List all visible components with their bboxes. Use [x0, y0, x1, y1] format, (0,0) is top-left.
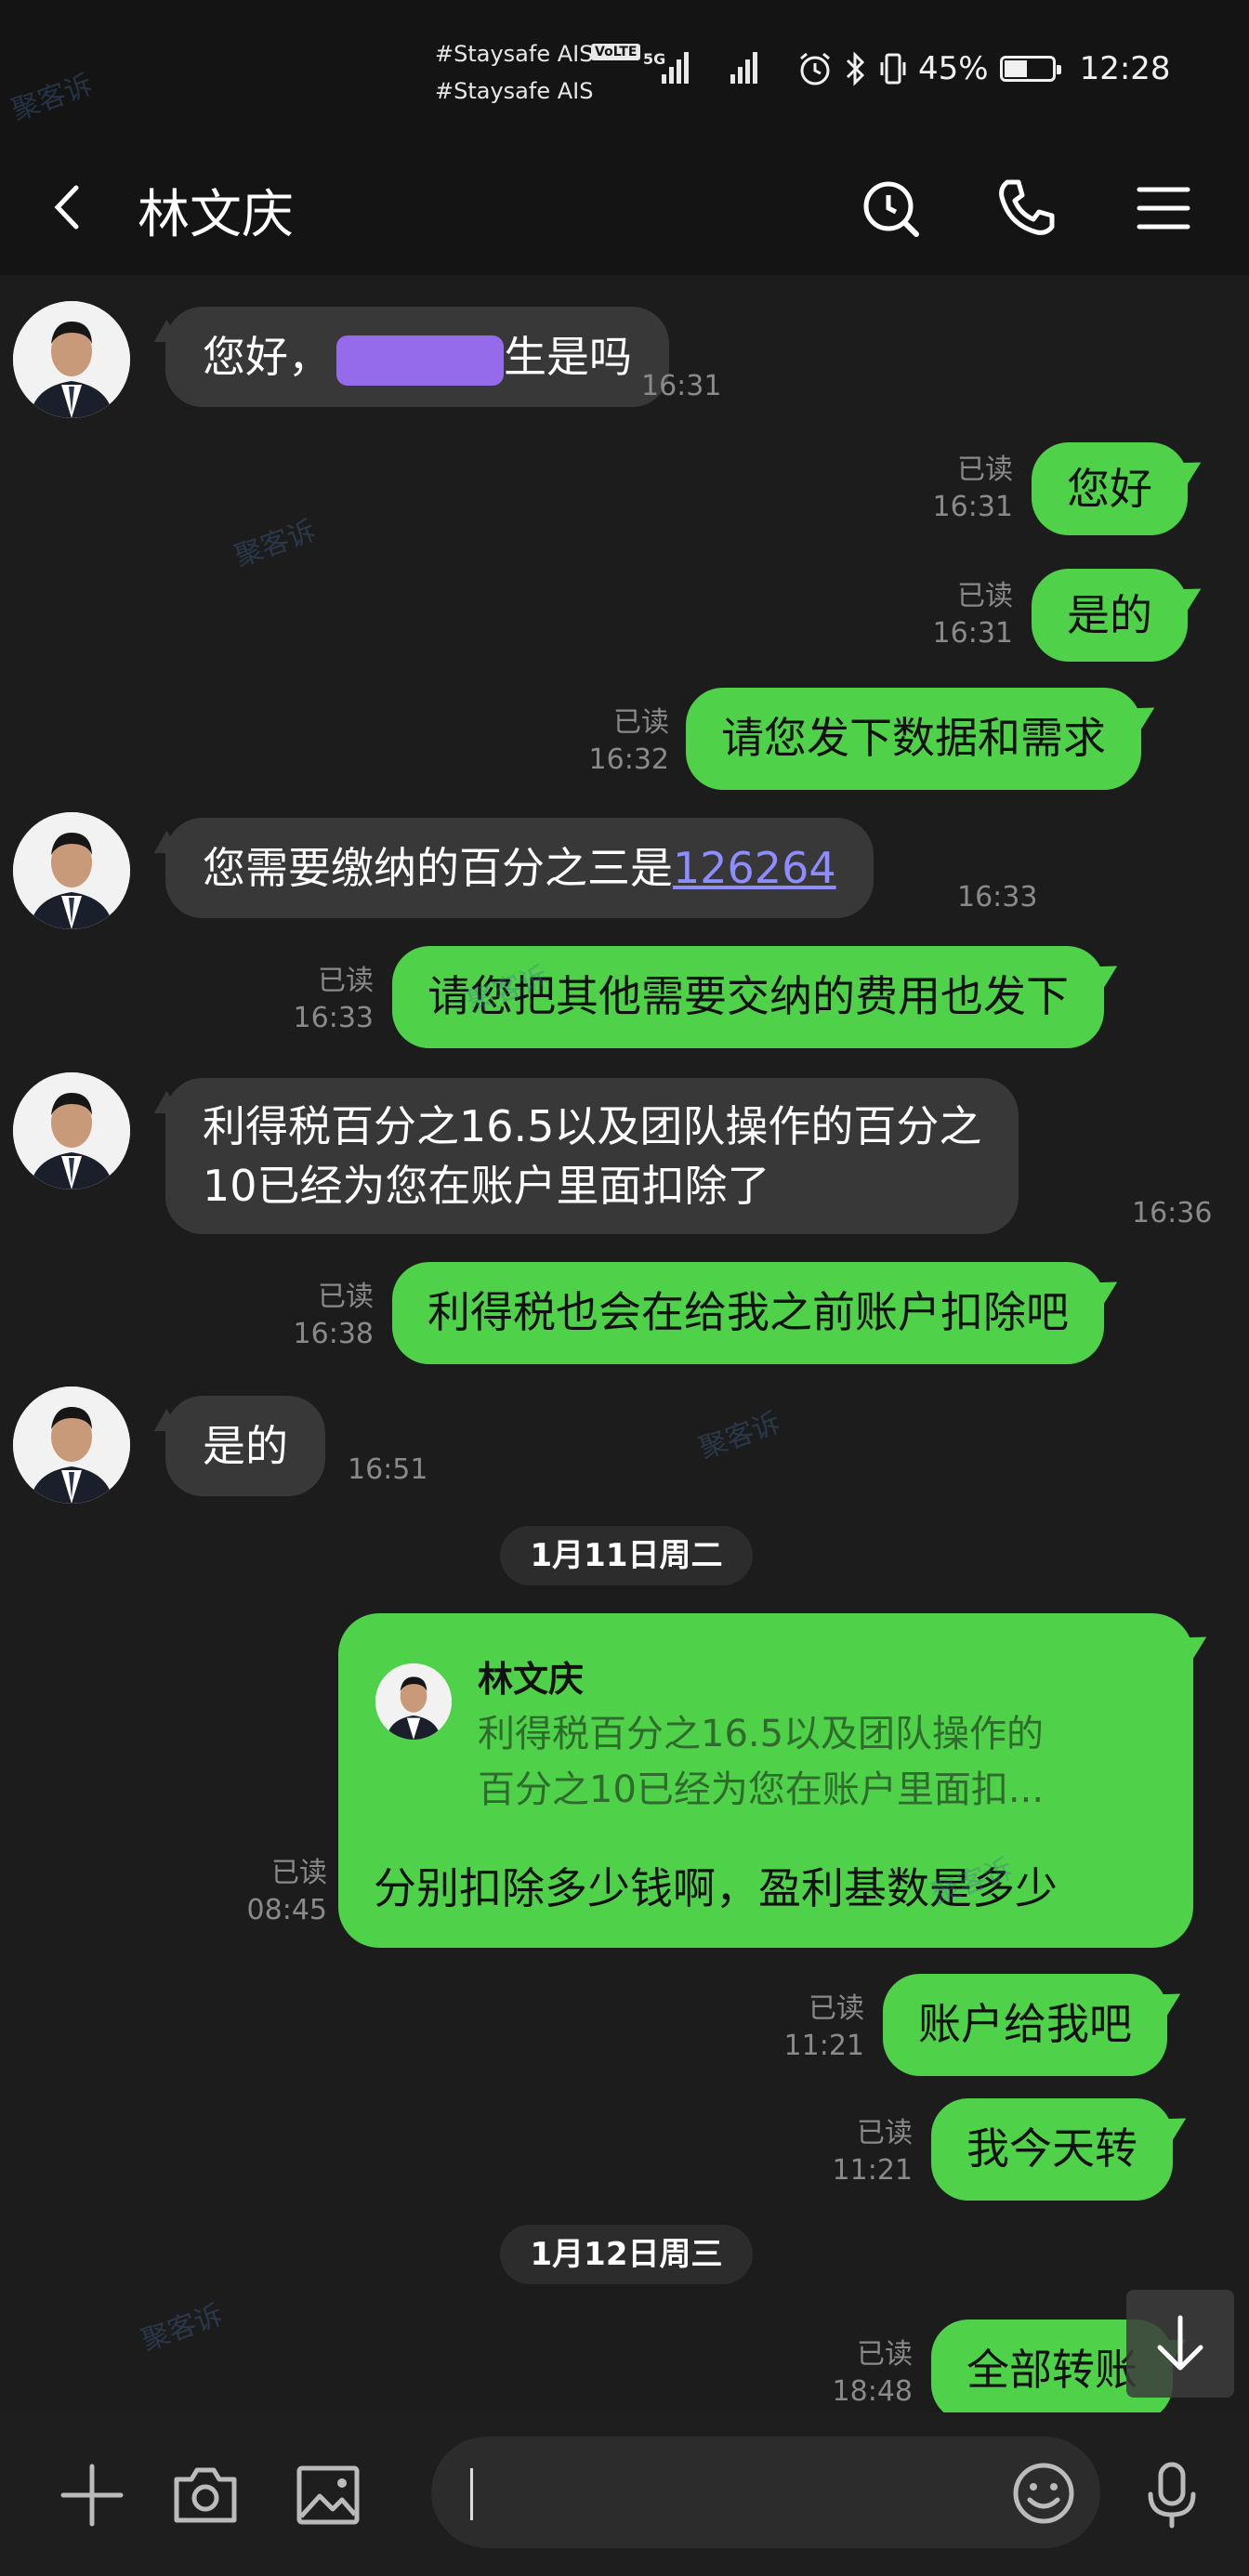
date-separator: 1月11日周二 [500, 1526, 753, 1585]
message-time: 16:31 [932, 491, 1013, 523]
quote-sender: 林文庆 [478, 1659, 585, 1700]
message-time: 11:21 [783, 2030, 864, 2062]
camera-icon[interactable] [169, 2459, 242, 2531]
message-text: 请您把其他需要交纳的费用也发下 [427, 971, 1069, 1021]
contact-avatar[interactable] [13, 301, 130, 418]
read-receipt: 已读 [809, 1992, 864, 2025]
message-text: 分别扣除多少钱啊，盈利基数是多少 [374, 1863, 1058, 1913]
menu-icon[interactable] [1128, 173, 1199, 243]
message-text: 是的 [203, 1421, 288, 1471]
message-bubble-outgoing[interactable]: 是的 [1032, 569, 1188, 662]
vibrate-icon [880, 53, 906, 85]
message-text-line-2: 10已经为您在账户里面扣除了 [203, 1161, 770, 1211]
alarm-icon [800, 52, 830, 85]
message-text: 是的 [1067, 590, 1152, 640]
chat-header: 林文庆 [0, 139, 1249, 275]
message-time: 16:32 [588, 743, 669, 776]
message-text: 您好， [203, 332, 331, 382]
message-text: 账户给我吧 [918, 1999, 1132, 2049]
microphone-icon[interactable] [1136, 2459, 1208, 2531]
read-receipt: 已读 [613, 706, 669, 739]
message-bubble-outgoing[interactable]: 利得税也会在给我之前账户扣除吧 [392, 1262, 1104, 1364]
contact-avatar[interactable] [13, 812, 130, 929]
emoji-icon[interactable] [1007, 2457, 1080, 2530]
message-bubble-incoming[interactable]: 利得税百分之16.5以及团队操作的百分之 10已经为您在账户里面扣除了 [165, 1078, 1019, 1234]
message-text: 您需要缴纳的百分之三是 [203, 843, 673, 893]
image-icon[interactable] [292, 2459, 364, 2531]
message-time: 08:45 [246, 1894, 327, 1926]
message-text-line-1: 利得税百分之16.5以及团队操作的百分之 [203, 1101, 982, 1151]
scroll-to-bottom-button[interactable] [1126, 2290, 1234, 2398]
input-bar [0, 2412, 1249, 2576]
message-time: 16:38 [293, 1318, 374, 1350]
read-receipt: 已读 [318, 1281, 374, 1313]
message-text: 利得税也会在给我之前账户扣除吧 [427, 1287, 1069, 1337]
quote-avatar [375, 1663, 452, 1740]
message-bubble-incoming[interactable]: 是的 [165, 1396, 325, 1496]
back-icon[interactable] [43, 175, 99, 240]
read-receipt: 已读 [857, 2117, 913, 2149]
quote-line-2: 百分之10已经为您在账户里面扣... [478, 1768, 1045, 1811]
phone-icon[interactable] [991, 173, 1061, 243]
message-text-after: 生是吗 [504, 332, 632, 382]
read-receipt: 已读 [857, 2338, 913, 2371]
date-separator: 1月12日周三 [500, 2225, 753, 2284]
read-receipt: 已读 [318, 965, 374, 997]
status-right: 45% 12:28 [797, 50, 1171, 87]
message-bubble-outgoing[interactable]: 请您把其他需要交纳的费用也发下 [392, 946, 1104, 1048]
battery-icon [999, 56, 1061, 82]
status-bar: #Staysafe AIS VoLTE #Staysafe AIS 5G 45%… [0, 0, 1249, 139]
message-list[interactable]: 您好， 生是吗 16:31 已读 16:31 您好 已读 16:31 是的 已读 … [0, 275, 1249, 2412]
signal-icon-1 [662, 52, 691, 84]
message-time: 16:31 [932, 617, 1013, 650]
clock: 12:28 [1079, 50, 1171, 87]
message-text: 我今天转 [966, 2123, 1137, 2174]
carrier-label-1: #Staysafe AIS [435, 41, 594, 67]
message-time: 16:36 [1132, 1197, 1213, 1229]
redacted-mark [336, 335, 504, 386]
battery-percent: 45% [918, 50, 989, 87]
message-bubble-outgoing[interactable]: 您好 [1032, 442, 1188, 535]
arrow-down-icon [1157, 2315, 1203, 2371]
message-bubble-incoming[interactable]: 您需要缴纳的百分之三是126264 [165, 818, 874, 918]
carrier-label-2: #Staysafe AIS [435, 78, 594, 104]
message-time: 16:51 [348, 1453, 428, 1486]
quote-text: 利得税百分之16.5以及团队操作的 百分之10已经为您在账户里面扣... [478, 1706, 1165, 1818]
message-bubble-incoming[interactable]: 您好， 生是吗 [165, 307, 669, 407]
message-time: 16:31 [641, 370, 722, 402]
message-time: 11:21 [832, 2154, 913, 2187]
message-time: 16:33 [293, 1002, 374, 1034]
plus-icon[interactable] [56, 2459, 128, 2531]
message-text: 您好 [1067, 464, 1152, 514]
signal-icon-2 [730, 52, 760, 84]
search-icon[interactable] [855, 173, 926, 243]
message-text: 请您发下数据和需求 [721, 713, 1106, 763]
contact-avatar[interactable] [13, 1387, 130, 1504]
message-bubble-outgoing[interactable]: 请您发下数据和需求 [686, 688, 1141, 790]
text-caret [470, 2468, 473, 2520]
chat-title: 林文庆 [138, 185, 294, 245]
volte-badge: VoLTE [591, 44, 641, 60]
message-time: 16:33 [957, 881, 1038, 913]
bluetooth-icon [846, 51, 865, 86]
quote-line-1: 利得税百分之16.5以及团队操作的 [478, 1713, 1045, 1755]
read-receipt: 已读 [957, 453, 1013, 486]
contact-avatar[interactable] [13, 1072, 130, 1189]
message-text: 全部转账 [966, 2345, 1137, 2395]
message-input[interactable] [431, 2437, 1100, 2548]
read-receipt: 已读 [271, 1857, 327, 1889]
read-receipt: 已读 [957, 580, 1013, 612]
message-bubble-outgoing[interactable]: 我今天转 [931, 2098, 1173, 2201]
quoted-reply-bubble[interactable]: 林文庆 利得税百分之16.5以及团队操作的 百分之10已经为您在账户里面扣...… [338, 1613, 1193, 1948]
message-time: 18:48 [832, 2375, 913, 2408]
message-bubble-outgoing[interactable]: 账户给我吧 [883, 1974, 1167, 2076]
number-link[interactable]: 126264 [673, 843, 836, 893]
